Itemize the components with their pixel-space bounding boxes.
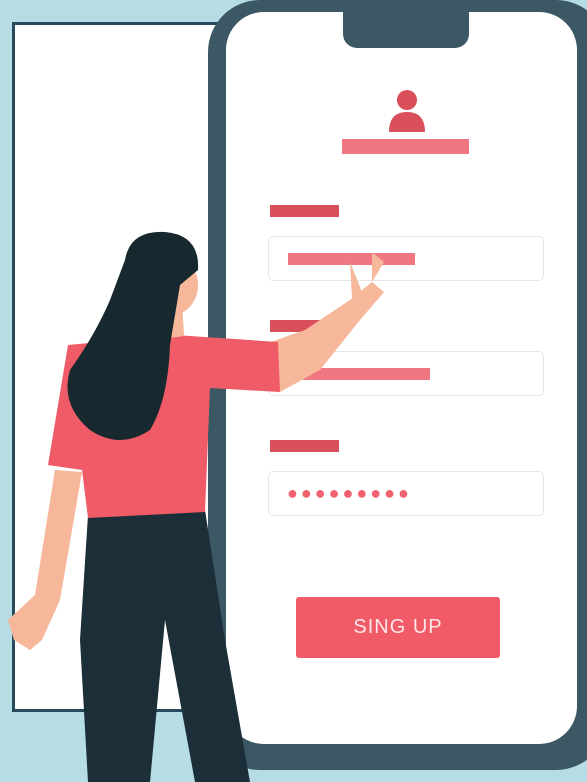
user-icon: [389, 90, 425, 132]
email-field[interactable]: [268, 351, 544, 396]
name-field[interactable]: [268, 236, 544, 281]
password-field[interactable]: ●●●●●●●●●: [268, 471, 544, 516]
password-label-placeholder: [270, 440, 339, 452]
name-field-value-placeholder: [288, 253, 415, 265]
email-field-value-placeholder: [303, 368, 430, 380]
password-mask: ●●●●●●●●●: [287, 483, 412, 503]
form-title-placeholder: [342, 139, 469, 154]
email-label-placeholder: [270, 320, 339, 332]
phone-notch: [343, 0, 469, 48]
signup-button[interactable]: SING UP: [296, 597, 500, 658]
name-label-placeholder: [270, 205, 339, 217]
